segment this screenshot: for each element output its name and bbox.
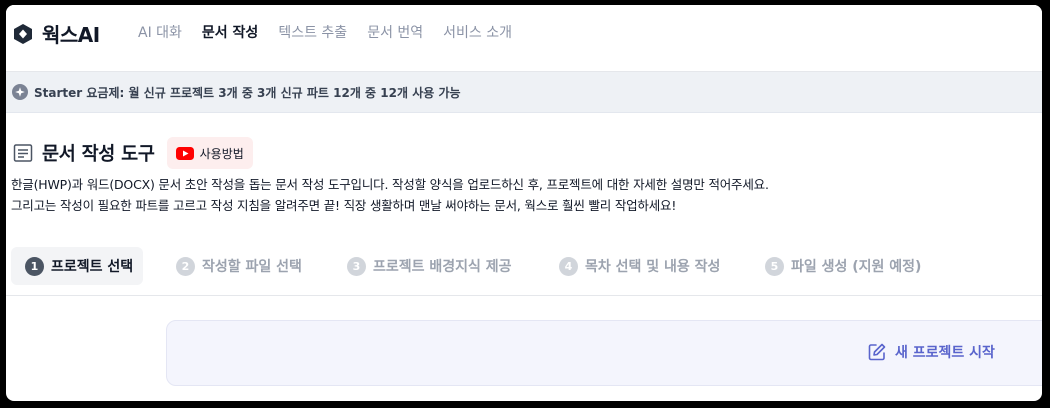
nav-item-service-intro[interactable]: 서비스 소개 (443, 22, 512, 42)
plan-usage-text: Starter 요금제: 월 신규 프로젝트 3개 중 3개 신규 파트 12개… (34, 85, 461, 100)
how-to-use-label: 사용방법 (199, 146, 244, 161)
how-to-use-button[interactable]: 사용방법 (166, 137, 253, 169)
step-number-badge: 3 (347, 256, 366, 276)
step-number-badge: 1 (25, 256, 44, 276)
step-4-toc-writing[interactable]: 4 목차 선택 및 내용 작성 (559, 247, 720, 285)
sparkle-badge-icon (12, 84, 28, 100)
page-header: 문서 작성 도구 사용방법 (13, 137, 253, 169)
tool-description: 한글(HWP)과 워드(DOCX) 문서 초안 작성을 돕는 문서 작성 도구입… (11, 174, 769, 216)
step-label: 목차 선택 및 내용 작성 (585, 259, 721, 275)
step-5-file-generation[interactable]: 5 파일 생성 (지원 예정) (765, 247, 921, 285)
step-label: 작성할 파일 선택 (202, 259, 302, 275)
brand-name: 웍스AI (42, 23, 100, 47)
nav-item-ai-chat[interactable]: AI 대화 (138, 22, 182, 42)
youtube-icon (175, 146, 194, 160)
step-number-badge: 2 (176, 256, 195, 276)
hexagon-logo-icon (14, 23, 32, 44)
step-number-badge: 4 (559, 256, 578, 276)
main-nav: AI 대화 문서 작성 텍스트 추출 문서 번역 서비스 소개 (138, 22, 512, 42)
page-title: 문서 작성 도구 (42, 144, 155, 165)
plan-banner: Starter 요금제: 월 신규 프로젝트 3개 중 3개 신규 파트 12개… (6, 72, 1042, 113)
step-2-file-select[interactable]: 2 작성할 파일 선택 (176, 247, 302, 285)
nav-item-document-translation[interactable]: 문서 번역 (367, 22, 423, 42)
step-3-background-knowledge[interactable]: 3 프로젝트 배경지식 제공 (347, 247, 512, 285)
brand-logo[interactable]: 웍스AI (12, 19, 100, 48)
step-number-badge: 5 (765, 256, 784, 276)
document-lines-icon (13, 144, 33, 162)
step-label: 프로젝트 선택 (51, 259, 134, 275)
new-project-card[interactable]: 새 프로젝트 시작 (166, 320, 1042, 386)
step-tabs: 1 프로젝트 선택 2 작성할 파일 선택 3 프로젝트 배경지식 제공 4 목… (6, 241, 1042, 296)
nav-item-document-writing[interactable]: 문서 작성 (202, 22, 258, 42)
step-label: 프로젝트 배경지식 제공 (373, 259, 512, 275)
new-project-label: 새 프로젝트 시작 (895, 345, 995, 361)
app-window: 웍스AI AI 대화 문서 작성 텍스트 추출 문서 번역 서비스 소개 Sta… (6, 5, 1042, 401)
edit-icon (868, 343, 886, 361)
top-navigation: 웍스AI AI 대화 문서 작성 텍스트 추출 문서 번역 서비스 소개 (6, 5, 1042, 72)
step-1-project-select[interactable]: 1 프로젝트 선택 (11, 247, 144, 285)
new-project-button[interactable]: 새 프로젝트 시작 (867, 342, 995, 362)
nav-item-text-extraction[interactable]: 텍스트 추출 (278, 22, 347, 42)
description-line-2: 그리고는 작성이 필요한 파트를 고르고 작성 지침을 알려주면 끝! 직장 생… (11, 198, 677, 213)
description-line-1: 한글(HWP)과 워드(DOCX) 문서 초안 작성을 돕는 문서 작성 도구입… (11, 177, 769, 192)
step-label: 파일 생성 (지원 예정) (791, 259, 922, 275)
